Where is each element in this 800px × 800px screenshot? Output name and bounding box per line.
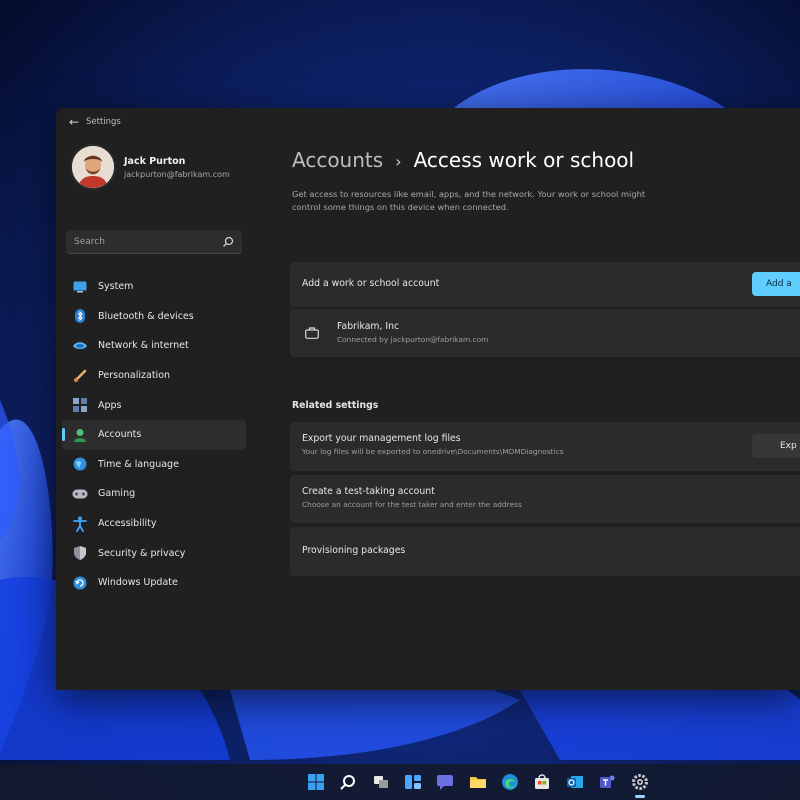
nav-label: Bluetooth & devices — [98, 310, 194, 322]
accounts-icon — [72, 427, 88, 443]
shield-icon — [72, 545, 88, 561]
sidebar-item-system[interactable]: System — [62, 272, 246, 302]
title-bar: ← Settings — [56, 108, 800, 136]
export-logs-subtitle: Your log files will be exported to onedr… — [302, 447, 564, 456]
nav-label: Security & privacy — [98, 547, 186, 559]
nav-label: Network & internet — [98, 340, 189, 352]
edge-icon[interactable] — [501, 773, 519, 791]
sidebar-item-accounts[interactable]: Accounts — [62, 419, 246, 450]
add-account-button[interactable]: Add a — [752, 272, 800, 296]
widgets-icon[interactable] — [404, 773, 422, 791]
page-description: Get access to resources like email, apps… — [292, 189, 646, 212]
globe-icon — [72, 456, 88, 472]
nav-label: Windows Update — [98, 577, 178, 589]
export-logs-card[interactable]: Export your management log files Your lo… — [290, 422, 800, 471]
profile-name: Jack Purton — [124, 155, 186, 167]
update-icon — [72, 575, 88, 591]
sidebar-item-apps[interactable]: Apps — [62, 390, 246, 420]
account-connected-by: Connected by jackpurton@fabrikam.com — [337, 335, 489, 344]
settings-window: ← Settings Jack Purton jackpurton@fabrik… — [56, 108, 800, 690]
windows-start-icon[interactable] — [307, 773, 325, 791]
provisioning-packages-title: Provisioning packages — [302, 545, 406, 556]
nav-list: System Bluetooth & devices Network & int… — [62, 272, 246, 598]
test-account-title: Create a test-taking account — [302, 486, 435, 497]
nav-label: Apps — [98, 399, 122, 411]
sidebar-item-accessibility[interactable]: Accessibility — [62, 509, 246, 539]
settings-icon[interactable] — [631, 773, 649, 791]
teams-chat-icon[interactable] — [436, 773, 454, 791]
nav-label: Accessibility — [98, 518, 157, 530]
chevron-right-icon: › — [395, 152, 402, 171]
back-button[interactable]: ← — [64, 112, 84, 132]
avatar-photo-icon — [72, 146, 114, 188]
search-icon[interactable] — [222, 236, 234, 248]
provisioning-packages-card[interactable]: Provisioning packages — [290, 527, 800, 576]
page-title: Access work or school — [413, 148, 635, 172]
briefcase-icon — [305, 327, 319, 339]
profile-email: jackpurton@fabrikam.com — [124, 169, 230, 179]
bluetooth-icon — [72, 308, 88, 324]
test-account-card[interactable]: Create a test-taking account Choose an a… — [290, 475, 800, 523]
add-account-card: Add a work or school account Add a — [290, 262, 800, 307]
network-icon — [72, 338, 88, 354]
system-icon — [72, 279, 88, 295]
sidebar-item-gaming[interactable]: Gaming — [62, 479, 246, 509]
apps-icon — [72, 397, 88, 413]
avatar — [70, 144, 116, 190]
nav-label: Time & language — [98, 458, 179, 470]
task-view-icon[interactable] — [372, 773, 390, 791]
main-content: Accounts › Access work or school Get acc… — [290, 136, 800, 690]
sidebar-item-bluetooth[interactable]: Bluetooth & devices — [62, 302, 246, 332]
sidebar-item-time-language[interactable]: Time & language — [62, 450, 246, 480]
window-title: Settings — [86, 117, 121, 127]
taskbar — [0, 764, 800, 800]
related-settings-heading: Related settings — [292, 400, 379, 411]
sidebar-item-personalization[interactable]: Personalization — [62, 361, 246, 391]
account-org-name: Fabrikam, Inc — [337, 321, 400, 332]
nav-label: Personalization — [98, 370, 171, 382]
sidebar-item-security-privacy[interactable]: Security & privacy — [62, 538, 246, 568]
breadcrumb: Accounts › Access work or school — [292, 148, 634, 172]
add-account-label: Add a work or school account — [302, 278, 440, 289]
user-profile[interactable]: Jack Purton jackpurton@fabrikam.com — [70, 144, 230, 190]
export-button[interactable]: Exp — [752, 434, 800, 458]
outlook-icon[interactable] — [566, 773, 584, 791]
sidebar: Jack Purton jackpurton@fabrikam.com Sear… — [56, 136, 256, 690]
connected-account-card[interactable]: Fabrikam, Inc Connected by jackpurton@fa… — [290, 309, 800, 357]
active-app-indicator — [635, 795, 645, 798]
accessibility-icon — [72, 516, 88, 532]
nav-label: Gaming — [98, 488, 136, 500]
store-icon[interactable] — [533, 773, 551, 791]
search-input[interactable]: Search — [66, 230, 242, 254]
search-placeholder: Search — [74, 236, 105, 247]
sidebar-item-windows-update[interactable]: Windows Update — [62, 568, 246, 598]
test-account-subtitle: Choose an account for the test taker and… — [302, 500, 522, 509]
export-logs-title: Export your management log files — [302, 433, 461, 444]
sidebar-item-network[interactable]: Network & internet — [62, 331, 246, 361]
brush-icon — [72, 368, 88, 384]
file-explorer-icon[interactable] — [469, 773, 487, 791]
nav-label: System — [98, 281, 134, 293]
search-icon[interactable] — [339, 773, 357, 791]
teams-icon[interactable] — [599, 773, 617, 791]
nav-label: Accounts — [98, 429, 142, 441]
gamepad-icon — [72, 486, 88, 502]
breadcrumb-parent-accounts[interactable]: Accounts — [292, 148, 383, 172]
